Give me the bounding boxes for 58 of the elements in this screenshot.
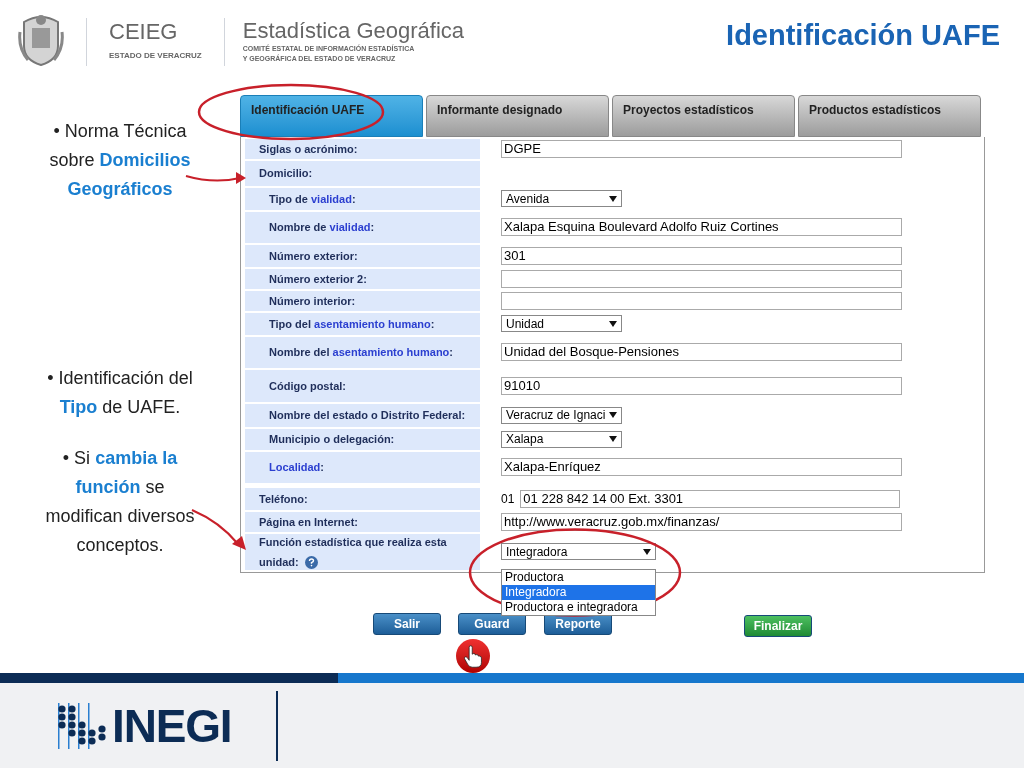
text-field[interactable]: Unidad del Bosque-Pensiones — [501, 343, 902, 361]
tab[interactable]: Identificación UAFE — [240, 95, 423, 137]
select-field[interactable]: Unidad — [501, 315, 622, 332]
field-label: Nombre del asentamiento humano: — [245, 336, 480, 368]
dropdown-option[interactable]: Integradora — [502, 585, 655, 600]
field-label: Municipio o delegación: — [245, 428, 480, 450]
tab[interactable]: Productos estadísticos — [798, 95, 981, 137]
bullet-text: • Norma Técnica sobre Domicilios Geográficos — [48, 120, 192, 201]
text-field[interactable]: DGPE — [501, 139, 902, 158]
text-field[interactable]: http://www.veracruz.gob.mx/finanzas/ — [501, 512, 902, 531]
select-field[interactable]: Avenida — [501, 190, 622, 207]
org-name: CEIEG — [109, 20, 179, 44]
coat-of-arms-icon — [18, 12, 64, 66]
field-label: Número exterior: — [245, 244, 480, 267]
select-field[interactable]: Integradora — [501, 543, 656, 560]
text-field[interactable]: Xalapa-Enríquez — [501, 458, 902, 476]
tab[interactable]: Proyectos estadísticos — [612, 95, 795, 137]
tab[interactable]: Informante designado — [426, 95, 609, 137]
action-button[interactable]: Guard — [458, 613, 526, 636]
caret-icon — [609, 320, 617, 327]
field-label: Página en Internet: — [245, 511, 480, 532]
field-label: Tipo de vialidad: — [245, 187, 480, 210]
caret-icon — [609, 436, 617, 442]
field-label: Nombre de vialidad: — [245, 211, 480, 243]
action-button[interactable]: Salir — [373, 613, 441, 636]
text-field[interactable]: 91010 — [501, 376, 902, 395]
field-label: Función estadística que realiza esta unidad: — [245, 533, 480, 570]
field-label: Número exterior 2: — [245, 268, 480, 289]
field-label: Código postal: — [245, 369, 480, 402]
help-icon[interactable] — [304, 556, 318, 570]
field-label: Domicilio: — [245, 160, 480, 186]
field-label: Número interior: — [245, 290, 480, 311]
field-label: Tipo del asentamiento humano: — [245, 312, 480, 335]
dropdown-option[interactable]: Productora e integradora — [502, 600, 655, 615]
logo-text: INEGI — [112, 702, 232, 749]
org-subtitle: ESTADO DE VERACRUZ — [109, 50, 202, 62]
text-field[interactable] — [501, 291, 902, 310]
brand-name: Estadística Geográfica — [242, 18, 465, 44]
field-label: Nombre del estado o Distrito Federal: — [245, 403, 480, 427]
field-label: Teléfono: — [245, 487, 480, 510]
phone-field[interactable]: 01 228 842 14 00 Ext. 3301 — [520, 489, 901, 508]
bullet-text: • Identificación del Tipo de UAFE. — [46, 367, 194, 419]
field-label: Siglas o acrónimo: — [245, 138, 480, 159]
field-label: Localidad: — [245, 451, 480, 483]
text-field[interactable] — [501, 269, 902, 288]
dropdown-option[interactable]: Productora — [502, 570, 655, 585]
select-field[interactable]: Veracruz de Ignaci — [501, 406, 622, 424]
dots-logo-icon — [56, 702, 108, 749]
pointer-hand-icon[interactable] — [456, 639, 490, 673]
caret-icon — [643, 548, 651, 555]
caret-icon — [609, 195, 617, 202]
text-field[interactable]: 301 — [501, 246, 902, 265]
select-field[interactable]: Xalapa — [501, 430, 622, 448]
phone-prefix: 01 — [501, 490, 515, 508]
bullet-text: • Si cambia la función se modifican diversos conceptos. — [44, 447, 196, 557]
caret-icon — [609, 412, 617, 418]
slide-title: Identificación UAFE — [726, 18, 1000, 53]
text-field[interactable]: Xalapa Esquina Boulevard Adolfo Ruiz Cortines — [501, 218, 902, 236]
